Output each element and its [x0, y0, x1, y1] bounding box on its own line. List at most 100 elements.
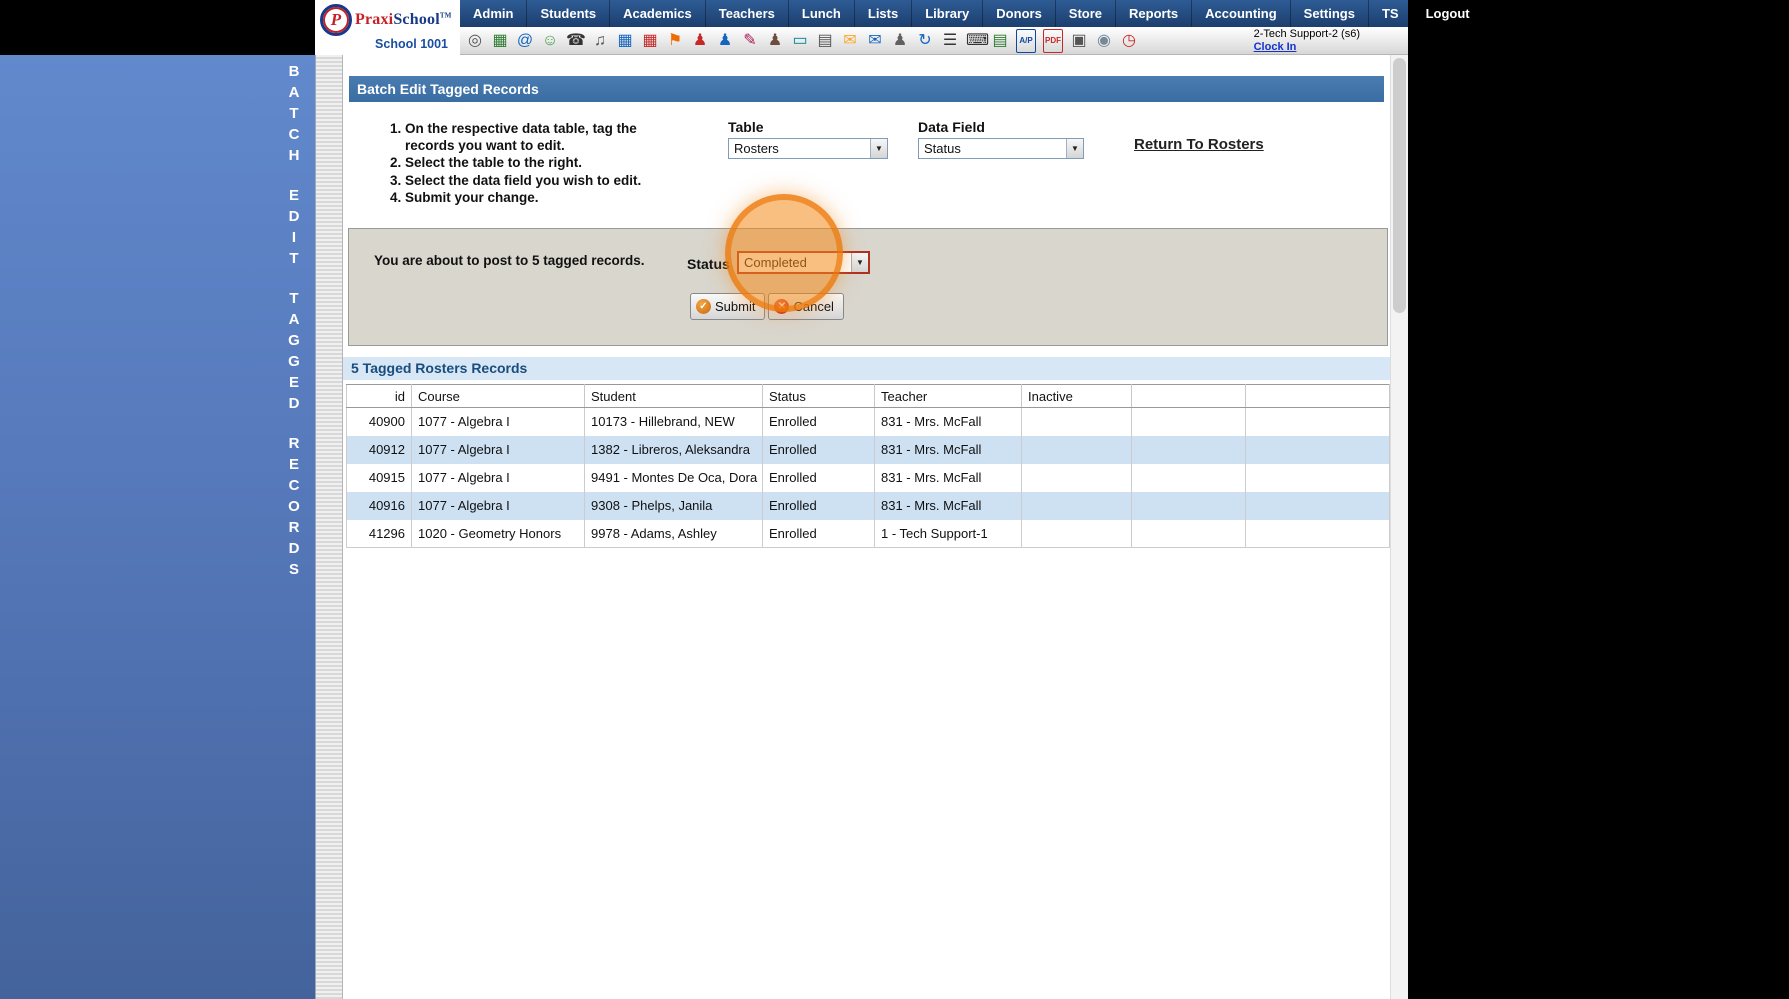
confirm-panel: You are about to post to 5 tagged record… [348, 228, 1388, 346]
table-row[interactable]: 409001077 - Algebra I10173 - Hillebrand,… [347, 408, 1390, 436]
table-cell: Enrolled [763, 464, 875, 492]
logo[interactable]: P PraxiSchoolTM School 1001 [315, 0, 460, 55]
table-group: Table Rosters ▼ [728, 119, 888, 159]
table-row[interactable]: 412961020 - Geometry Honors9978 - Adams,… [347, 520, 1390, 548]
mail-send-icon[interactable]: ✉ [866, 32, 884, 50]
people-icon[interactable]: ♟ [766, 32, 784, 50]
logo-school: School [393, 11, 440, 28]
table-cell: 831 - Mrs. McFall [875, 408, 1022, 436]
sidebar-letter: B [283, 61, 305, 82]
nav-item-students[interactable]: Students [526, 0, 609, 27]
scrollbar-thumb[interactable] [1393, 58, 1406, 313]
id-card-icon[interactable]: ▭ [791, 32, 809, 50]
nav-item-reports[interactable]: Reports [1115, 0, 1191, 27]
table-cell: Enrolled [763, 492, 875, 520]
accounts-payable-icon[interactable]: A/P [1016, 29, 1036, 53]
sidebar-letter: I [283, 227, 305, 248]
praxischool-app: BATCHEDITTAGGEDRECORDS P PraxiSchoolTM S… [0, 0, 1789, 999]
table-row[interactable]: 409121077 - Algebra I1382 - Libreros, Al… [347, 436, 1390, 464]
email-at-icon[interactable]: @ [516, 32, 534, 50]
status-select[interactable]: Completed ▼ [737, 251, 870, 274]
list-icon[interactable]: ☰ [941, 32, 959, 50]
table-cell [1246, 436, 1390, 464]
sidebar-letter: G [283, 330, 305, 351]
nav-item-donors[interactable]: Donors [982, 0, 1055, 27]
column-header: Course [412, 385, 585, 408]
printer-icon[interactable]: ▣ [1070, 32, 1088, 50]
smiley-icon[interactable]: ☺ [541, 32, 559, 50]
table-select[interactable]: Rosters ▼ [728, 138, 888, 159]
cancel-button[interactable]: ✕ Cancel [768, 293, 843, 320]
nav-item-lists[interactable]: Lists [854, 0, 911, 27]
clock-icon[interactable]: ◷ [1120, 32, 1138, 50]
confirm-message: You are about to post to 5 tagged record… [374, 253, 645, 268]
globe-icon[interactable]: ◉ [1095, 32, 1113, 50]
calendar-icon[interactable]: ▦ [616, 32, 634, 50]
chevron-down-icon: ▼ [851, 253, 868, 272]
nav-item-logout[interactable]: Logout [1412, 0, 1483, 27]
sidebar-letter: T [283, 248, 305, 269]
nav-item-ts[interactable]: TS [1368, 0, 1412, 27]
mail-icon[interactable]: ✉ [841, 32, 859, 50]
data-field-select-value: Status [919, 139, 1066, 158]
table-label: Table [728, 119, 888, 135]
sidebar-letter: E [283, 185, 305, 206]
sync-icon[interactable]: ↻ [916, 32, 934, 50]
nav-item-lunch[interactable]: Lunch [788, 0, 854, 27]
table-cell: 9308 - Phelps, Janila [585, 492, 763, 520]
logo-monogram: P [331, 10, 341, 30]
nav-item-admin[interactable]: Admin [460, 0, 526, 27]
sidebar-letter: S [283, 559, 305, 580]
calendar-alert-icon[interactable]: ▦ [641, 32, 659, 50]
cancel-button-label: Cancel [793, 299, 833, 314]
vertical-scrollbar[interactable] [1390, 55, 1408, 999]
nav-item-settings[interactable]: Settings [1290, 0, 1368, 27]
sidebar-letter: C [283, 475, 305, 496]
nav-item-store[interactable]: Store [1055, 0, 1115, 27]
nav-item-academics[interactable]: Academics [609, 0, 705, 27]
phone-icon[interactable]: ☎ [566, 32, 584, 50]
table-cell: 9978 - Adams, Ashley [585, 520, 763, 548]
table-cell: 1020 - Geometry Honors [412, 520, 585, 548]
nav-item-accounting[interactable]: Accounting [1191, 0, 1290, 27]
return-to-rosters-link[interactable]: Return To Rosters [1134, 136, 1264, 153]
records-table-head-row: idCourseStudentStatusTeacherInactive [347, 385, 1390, 408]
pdf-icon[interactable]: PDF [1043, 29, 1063, 53]
table-cell [1132, 436, 1246, 464]
table-cell: 1077 - Algebra I [412, 464, 585, 492]
submit-button[interactable]: ✓ Submit [690, 293, 765, 320]
cash-register-icon[interactable]: ▤ [991, 32, 1009, 50]
keyboard-icon[interactable]: ⌨ [966, 32, 984, 50]
sidebar-letter: T [283, 288, 305, 309]
table-cell [1022, 492, 1132, 520]
nav-item-library[interactable]: Library [911, 0, 982, 27]
person-icon[interactable]: ♟ [891, 32, 909, 50]
data-field-label: Data Field [918, 119, 1084, 135]
table-cell: 1 - Tech Support-1 [875, 520, 1022, 548]
table-cell: 1077 - Algebra I [412, 492, 585, 520]
clock-in-link[interactable]: Clock In [1254, 41, 1297, 53]
attendance-grid-icon[interactable]: ▦ [491, 32, 509, 50]
clipboard-icon[interactable]: ▤ [816, 32, 834, 50]
table-cell [1022, 464, 1132, 492]
speaker-icon[interactable]: ♫ [591, 32, 609, 50]
megaphone-icon[interactable]: ⚑ [666, 32, 684, 50]
search-icon[interactable]: ◎ [466, 32, 484, 50]
sidebar-letter: G [283, 351, 305, 372]
table-cell: 41296 [347, 520, 412, 548]
table-row[interactable]: 409161077 - Algebra I9308 - Phelps, Jani… [347, 492, 1390, 520]
logo-praxi: Praxi [355, 11, 393, 28]
table-cell [1246, 464, 1390, 492]
instruction-step: Select the data field you wish to edit. [405, 173, 674, 190]
table-row[interactable]: 409151077 - Algebra I9491 - Montes De Oc… [347, 464, 1390, 492]
table-cell: 40916 [347, 492, 412, 520]
chevron-down-icon: ▼ [1066, 139, 1083, 158]
records-section-header: 5 Tagged Rosters Records [343, 357, 1391, 380]
nav-item-teachers[interactable]: Teachers [705, 0, 788, 27]
data-field-select[interactable]: Status ▼ [918, 138, 1084, 159]
edit-icon[interactable]: ✎ [741, 32, 759, 50]
student-icon[interactable]: ♟ [691, 32, 709, 50]
sidebar-letter: A [283, 82, 305, 103]
parent-icon[interactable]: ♟ [716, 32, 734, 50]
instruction-step: Submit your change. [405, 190, 674, 207]
